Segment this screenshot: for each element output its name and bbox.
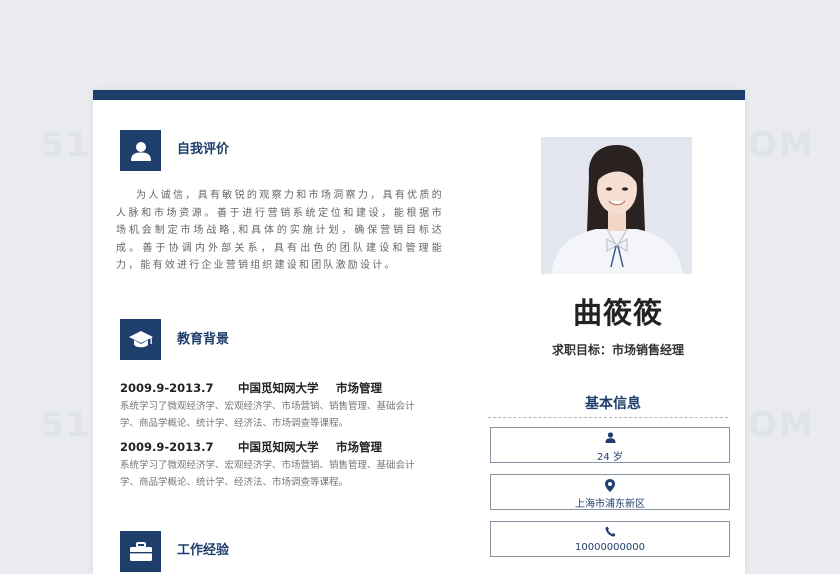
graduation-cap-icon (128, 330, 153, 347)
portrait-illustration (541, 137, 692, 274)
watermark: 51 (40, 125, 92, 165)
resume-page: 自我评价 为人诚信，具有敏锐的观察力和市场洞察力，具有优质的人脉和市场资源。善于… (93, 90, 745, 574)
watermark: OM (748, 125, 815, 165)
basic-info-title: 基本信息 (585, 396, 641, 412)
job-goal: 求职目标：市场销售经理 (551, 343, 684, 357)
phone-text: 10000000000 (575, 542, 645, 553)
education-major: 市场管理 (336, 440, 382, 454)
education-entry-header: 2009.9-2013.7 中国觅知网大学 市场管理 (120, 380, 382, 396)
age-info: 24 岁 (490, 427, 730, 463)
education-period: 2009.9-2013.7 (120, 381, 214, 395)
education-period: 2009.9-2013.7 (120, 440, 214, 454)
location-info: 上海市浦东新区 (490, 474, 730, 510)
self-eval-section-icon (120, 130, 161, 171)
header-bar (93, 90, 745, 100)
education-major: 市场管理 (336, 381, 382, 395)
phone-info: 10000000000 (490, 521, 730, 557)
user-icon (130, 141, 151, 161)
education-description: 系统学习了微观经济学、宏观经济学、市场营销、销售管理、基础会计学、商品学概论、统… (120, 460, 415, 488)
education-title: 教育背景 (177, 332, 230, 347)
education-section-icon (120, 319, 161, 360)
divider (488, 417, 728, 418)
briefcase-icon (129, 541, 152, 561)
age-text: 24 岁 (597, 452, 623, 463)
education-school: 中国觅知网大学 (238, 440, 319, 454)
phone-icon (605, 526, 615, 537)
watermark: 51 (40, 405, 92, 445)
location-text: 上海市浦东新区 (575, 499, 645, 510)
location-pin-icon (605, 479, 615, 492)
education-description: 系统学习了微观经济学、宏观经济学、市场营销、销售管理、基础会计学、商品学概论、统… (120, 401, 415, 429)
profile-photo (541, 137, 692, 274)
education-entry-header: 2009.9-2013.7 中国觅知网大学 市场管理 (120, 439, 382, 455)
self-eval-title: 自我评价 (177, 142, 230, 157)
watermark: OM (748, 405, 815, 445)
candidate-name: 曲筱筱 (572, 296, 663, 330)
education-school: 中国觅知网大学 (238, 381, 319, 395)
user-icon (605, 432, 615, 443)
work-section-icon (120, 531, 161, 572)
self-eval-text: 为人诚信，具有敏锐的观察力和市场洞察力，具有优质的人脉和市场资源。善于进行营销系… (116, 190, 444, 272)
work-title: 工作经验 (177, 543, 230, 558)
